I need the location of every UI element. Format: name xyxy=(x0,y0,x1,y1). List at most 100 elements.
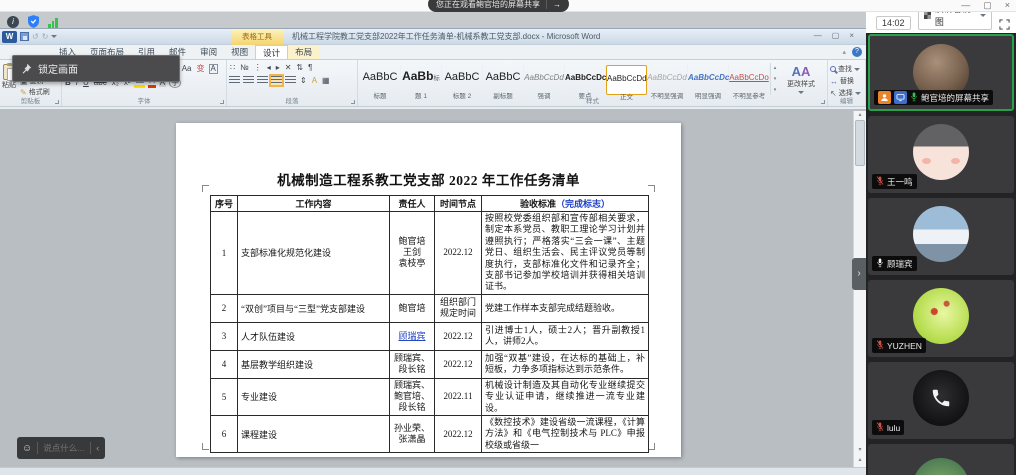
tab-table-design[interactable]: 设计 xyxy=(255,45,288,59)
numbering-button[interactable]: № xyxy=(239,63,250,72)
distribute-button[interactable] xyxy=(285,76,296,85)
gallery-down-icon[interactable]: ▾ xyxy=(774,76,777,82)
style-heading1[interactable]: AaBb标题 1 xyxy=(401,65,442,95)
word-title-bar: W ↺ ↻ 表格工具 机械工程学院教工党支部2022年工作任务清单-机械系教工党… xyxy=(0,29,866,45)
header-criteria: 验收标准（完成标志） xyxy=(482,196,649,212)
show-marks-button[interactable]: ¶ xyxy=(307,63,313,72)
header-no: 序号 xyxy=(211,196,238,212)
redo-icon[interactable]: ↻ xyxy=(42,32,49,41)
participant-name: 王一鸣 xyxy=(887,176,913,188)
clipboard-dialog-launcher[interactable] xyxy=(55,100,59,104)
word-minimize-button[interactable]: — xyxy=(814,31,822,40)
table-tools-contextual-label: 表格工具 xyxy=(231,29,283,45)
tab-review[interactable]: 审阅 xyxy=(193,45,224,59)
line-spacing-button[interactable]: ⇕ xyxy=(299,76,308,85)
tab-table-layout[interactable]: 布局 xyxy=(288,45,319,59)
document-page[interactable]: 机械制造工程系教工党支部 2022 年工作任务清单 序号 工作内容 责任人 时间… xyxy=(176,123,681,457)
network-signal-icon[interactable] xyxy=(48,18,58,28)
chevron-down-icon xyxy=(980,14,986,17)
word-logo-icon[interactable]: W xyxy=(2,31,17,43)
font-dialog-launcher[interactable] xyxy=(220,100,224,104)
participant-tile-sharing[interactable]: 鲍官培的屏幕共享 xyxy=(868,34,1014,111)
replace-icon: ↔ xyxy=(830,77,838,86)
fullscreen-button[interactable] xyxy=(999,19,1010,30)
save-icon[interactable] xyxy=(20,32,29,41)
avatar xyxy=(913,458,969,475)
meeting-app-window: 您正在观看鲍官培的屏幕共享 → — ▢ × i W ↺ xyxy=(0,0,1016,475)
participant-tile[interactable]: 王一鸣 xyxy=(868,116,1014,193)
collapse-ribbon-icon[interactable]: ▴ xyxy=(842,48,846,56)
borders-button[interactable]: ▦ xyxy=(321,76,331,85)
sort-button[interactable]: ⇅ xyxy=(295,63,304,72)
style-subtle-reference[interactable]: AaBbCcDo不明显参考 xyxy=(729,65,770,95)
participant-tiles: 鲍官培的屏幕共享 王一鸣 顾瑞宾 xyxy=(868,34,1014,475)
document-heading: 机械制造工程系教工党支部 2022 年工作任务清单 xyxy=(176,169,681,189)
decrease-indent-button[interactable]: ◂ xyxy=(266,63,272,72)
notification-arrow-icon[interactable]: → xyxy=(546,0,561,9)
participant-tile-partial[interactable] xyxy=(868,444,1014,475)
phonetic-guide-button[interactable]: 变 xyxy=(196,63,206,74)
participant-tile[interactable]: lulu xyxy=(868,362,1014,439)
word-close-button[interactable]: × xyxy=(849,31,854,40)
tab-view[interactable]: 视图 xyxy=(224,45,255,59)
find-button[interactable]: 查找 xyxy=(830,64,863,74)
participant-tile[interactable]: 顾瑞宾 xyxy=(868,198,1014,275)
align-left-button[interactable] xyxy=(229,76,240,85)
word-restore-button[interactable]: ▢ xyxy=(832,31,840,40)
help-icon[interactable]: ? xyxy=(852,47,862,57)
styles-dialog-launcher[interactable] xyxy=(821,100,825,104)
shading-button[interactable]: A xyxy=(311,76,318,85)
close-button[interactable]: × xyxy=(1005,0,1010,12)
pin-icon xyxy=(21,63,32,74)
screen-share-badge-icon xyxy=(894,91,907,104)
scroll-up-icon[interactable]: ▴ xyxy=(858,112,861,118)
align-right-button[interactable] xyxy=(257,76,268,85)
style-heading2[interactable]: AaBbC标题 2 xyxy=(442,65,483,95)
header-criteria-accent: （完成标志） xyxy=(556,199,610,209)
header-time: 时间节点 xyxy=(435,196,482,212)
encryption-shield-icon[interactable] xyxy=(28,15,39,28)
style-subtle-emphasis[interactable]: AaBbCcDd不明显强调 xyxy=(647,65,688,95)
chat-input[interactable] xyxy=(43,443,85,453)
meeting-top-bar: 您正在观看鲍官培的屏幕共享 → — ▢ × xyxy=(0,0,1016,12)
undo-icon[interactable]: ↺ xyxy=(32,32,39,41)
mic-muted-icon xyxy=(876,421,884,434)
increase-indent-button[interactable]: ▸ xyxy=(275,63,281,72)
justify-button[interactable] xyxy=(271,76,282,85)
minimize-button[interactable]: — xyxy=(961,0,970,12)
change-styles-button[interactable]: AA 更改样式 xyxy=(779,63,823,95)
gallery-up-icon[interactable]: ▴ xyxy=(774,65,777,71)
qat-dropdown-icon[interactable] xyxy=(51,35,57,38)
participant-name: 顾瑞宾 xyxy=(887,258,913,270)
style-subtitle[interactable]: AaBbC副标题 xyxy=(483,65,524,95)
style-emphasis[interactable]: AaBbCcDd强调 xyxy=(524,65,565,95)
sidebar-expand-handle[interactable]: › xyxy=(852,258,866,290)
align-center-button[interactable] xyxy=(243,76,254,85)
previous-page-icon[interactable]: ▴ xyxy=(854,456,866,463)
style-intense-emphasis[interactable]: AaBbCcDc明显强调 xyxy=(688,65,729,95)
scrollbar-thumb[interactable] xyxy=(855,120,865,166)
character-border-button[interactable]: A xyxy=(209,64,218,74)
replace-button[interactable]: ↔替换 xyxy=(830,76,863,86)
bullets-button[interactable]: ∷ xyxy=(229,63,236,72)
lock-screen-tooltip[interactable]: 锁定画面 xyxy=(12,55,180,82)
style-heading[interactable]: AaBbC标题 xyxy=(360,65,401,95)
table-row: 4 基层教学组织建设 顾瑞宾、 段长铭 2022.12 加强“双基”建设，在达标… xyxy=(211,350,649,378)
emoji-icon[interactable]: ☺ xyxy=(22,443,32,454)
multilevel-list-button[interactable]: ⋮ xyxy=(253,63,263,72)
meeting-info-icon[interactable]: i xyxy=(7,16,19,28)
table-header-row: 序号 工作内容 责任人 时间节点 验收标准（完成标志） xyxy=(211,196,649,212)
vertical-scrollbar[interactable]: ▴ ▾ ▴ ▾ xyxy=(853,111,866,475)
paragraph-dialog-launcher[interactable] xyxy=(351,100,355,104)
maximize-button[interactable]: ▢ xyxy=(983,0,992,12)
asian-layout-button[interactable]: ✕ xyxy=(284,63,293,72)
change-case-button[interactable]: Aa xyxy=(181,64,193,73)
chat-quick-bar[interactable]: ☺ ‹ xyxy=(17,437,105,459)
chat-collapse-icon[interactable]: ‹ xyxy=(96,443,99,453)
shared-screen-region: i W ↺ ↻ 表格工具 机械工程学院教工党支部2022年工作任务清单-机械系教… xyxy=(0,12,866,475)
gallery-more-icon[interactable]: ▾ xyxy=(774,87,777,93)
style-strong[interactable]: AaBbCcDc要点 xyxy=(565,65,606,95)
participant-tile[interactable]: YUZHEN xyxy=(868,280,1014,357)
scroll-down-icon[interactable]: ▾ xyxy=(854,446,866,453)
style-normal-selected[interactable]: AaBbCcDd正文 xyxy=(606,65,647,95)
